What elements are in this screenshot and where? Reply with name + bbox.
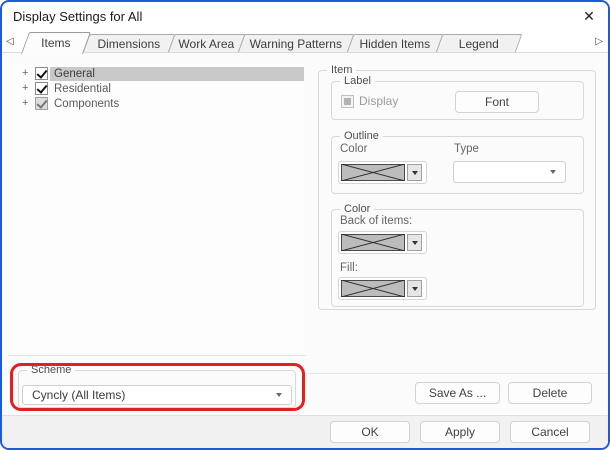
expand-icon[interactable]: +	[22, 82, 35, 95]
tab-dimensions[interactable]: Dimensions	[82, 34, 176, 53]
cancel-button[interactable]: Cancel	[510, 421, 590, 443]
outline-color-label: Color	[340, 143, 368, 155]
fill-color-picker[interactable]	[338, 277, 427, 300]
item-group: Item Label Display Font Outline Color Ty…	[318, 64, 596, 310]
scheme-dropdown[interactable]: Cyncly (All Items)	[22, 385, 292, 405]
display-checkbox[interactable]	[341, 94, 354, 108]
color-group: Color Back of items: Fill:	[331, 203, 584, 307]
label-group: Label Display Font	[331, 75, 584, 120]
close-icon[interactable]: ✕	[570, 2, 608, 31]
scheme-group: Scheme Cyncly (All Items)	[18, 364, 296, 408]
font-button[interactable]: Font	[455, 91, 539, 113]
left-separator	[8, 355, 306, 356]
dropdown-arrow-icon[interactable]	[407, 164, 422, 181]
back-of-items-color-picker[interactable]	[338, 231, 427, 254]
tree-row-residential[interactable]: + Residential	[10, 81, 304, 96]
tab-scroll-left-icon[interactable]: ◁	[6, 35, 14, 49]
tab-strip: ◁ ▷ Items Dimensions Work Area Warning P…	[2, 31, 608, 54]
tab-items[interactable]: Items	[20, 32, 92, 54]
outline-type-label: Type	[454, 143, 479, 155]
tab-warning-patterns[interactable]: Warning Patterns	[237, 34, 355, 53]
tree-label[interactable]: Residential	[50, 82, 304, 96]
tree-row-components[interactable]: + Components	[10, 96, 304, 111]
dropdown-arrow-icon[interactable]	[407, 280, 422, 297]
color-swatch-crossed-icon	[341, 164, 405, 181]
window-title: Display Settings for All	[13, 9, 143, 24]
tree-label[interactable]: Components	[50, 97, 304, 111]
tab-scroll-right-icon[interactable]: ▷	[595, 35, 603, 49]
dialog-body: + General + Residential + Components Ite…	[2, 53, 608, 448]
save-as-button[interactable]: Save As ...	[415, 382, 500, 404]
tree-label[interactable]: General	[50, 66, 304, 81]
label-group-title: Label	[340, 75, 375, 88]
outline-type-dropdown[interactable]	[453, 161, 566, 183]
color-swatch-crossed-icon	[341, 234, 405, 251]
display-checkbox-row: Display	[341, 94, 398, 108]
tab-list: Items Dimensions Work Area Warning Patte…	[20, 31, 523, 54]
outline-group-title: Outline	[340, 130, 383, 143]
scheme-group-title: Scheme	[27, 364, 76, 377]
apply-button[interactable]: Apply	[420, 421, 500, 443]
outline-color-picker[interactable]	[338, 161, 427, 184]
dropdown-arrow-icon	[550, 170, 556, 174]
scheme-selected-value: Cyncly (All Items)	[32, 388, 126, 402]
tab-hidden-items[interactable]: Hidden Items	[346, 34, 444, 53]
checkbox-residential[interactable]	[35, 82, 48, 95]
checkbox-general[interactable]	[35, 67, 48, 80]
title-bar: Display Settings for All ✕	[2, 2, 608, 31]
display-settings-dialog: Display Settings for All ✕ ◁ ▷ Items Dim…	[0, 0, 610, 450]
checkbox-components[interactable]	[35, 97, 48, 110]
items-tree: + General + Residential + Components	[10, 63, 304, 353]
tree-row-general[interactable]: + General	[10, 66, 304, 81]
right-separator	[308, 373, 608, 374]
fill-label: Fill:	[340, 262, 358, 274]
color-swatch-crossed-icon	[341, 280, 405, 297]
dropdown-arrow-icon[interactable]	[407, 234, 422, 251]
outline-group: Outline Color Type	[331, 130, 584, 194]
back-of-items-label: Back of items:	[340, 215, 413, 227]
ok-button[interactable]: OK	[330, 421, 410, 443]
display-checkbox-label: Display	[359, 94, 399, 108]
tab-legend[interactable]: Legend	[435, 34, 523, 53]
dropdown-arrow-icon	[276, 393, 282, 397]
expand-icon[interactable]: +	[22, 67, 35, 80]
expand-icon[interactable]: +	[22, 97, 35, 110]
delete-button[interactable]: Delete	[508, 382, 592, 404]
tab-work-area[interactable]: Work Area	[167, 34, 246, 53]
